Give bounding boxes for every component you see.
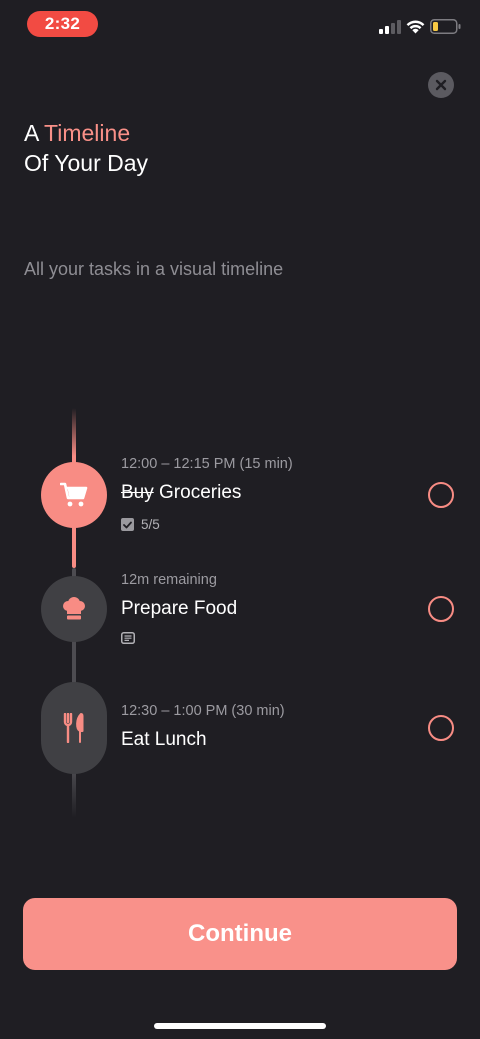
task-title-struck: Buy xyxy=(121,482,154,503)
title-accent: Timeline xyxy=(44,120,131,146)
task-title: Prepare Food xyxy=(121,598,238,619)
status-time: 2:32 xyxy=(27,11,98,37)
task-node-eat-lunch[interactable] xyxy=(41,682,107,774)
subtitle: All your tasks in a visual timeline xyxy=(24,259,284,279)
note-icon xyxy=(121,632,135,644)
task-title: Eat Lunch xyxy=(121,729,207,750)
task-title: Buy Groceries xyxy=(121,482,241,504)
subtask-progress: 5/5 xyxy=(121,517,160,532)
title-line-2: Of Your Day xyxy=(24,150,149,176)
task-node-prepare-food[interactable] xyxy=(41,576,107,642)
page-title: A Timeline Of Your Day xyxy=(24,118,148,178)
task-time: 12:00 – 12:15 PM (15 min) xyxy=(121,456,293,472)
subtask-count: 5/5 xyxy=(141,517,160,532)
task-note-indicator xyxy=(121,632,135,644)
fork-knife-icon xyxy=(63,713,84,743)
title-prefix: A xyxy=(24,120,45,146)
task-complete-toggle[interactable] xyxy=(428,715,454,741)
battery-icon xyxy=(430,19,461,34)
task-title-rest: Groceries xyxy=(153,482,242,503)
task-time: 12m remaining xyxy=(121,572,217,588)
cart-icon xyxy=(60,482,88,507)
continue-button[interactable]: Continue xyxy=(23,898,457,970)
status-bar: 2:32 xyxy=(0,0,480,48)
chef-hat-icon xyxy=(63,597,85,620)
task-complete-toggle[interactable] xyxy=(428,596,454,622)
task-complete-toggle[interactable] xyxy=(428,482,454,508)
task-time: 12:30 – 1:00 PM (30 min) xyxy=(121,703,285,719)
cellular-signal-icon xyxy=(379,20,401,34)
close-button[interactable] xyxy=(428,72,454,98)
wifi-icon xyxy=(406,20,425,34)
checkbox-icon xyxy=(121,518,134,531)
task-node-groceries[interactable] xyxy=(41,462,107,528)
close-icon xyxy=(435,79,447,91)
home-indicator[interactable] xyxy=(154,1023,326,1029)
